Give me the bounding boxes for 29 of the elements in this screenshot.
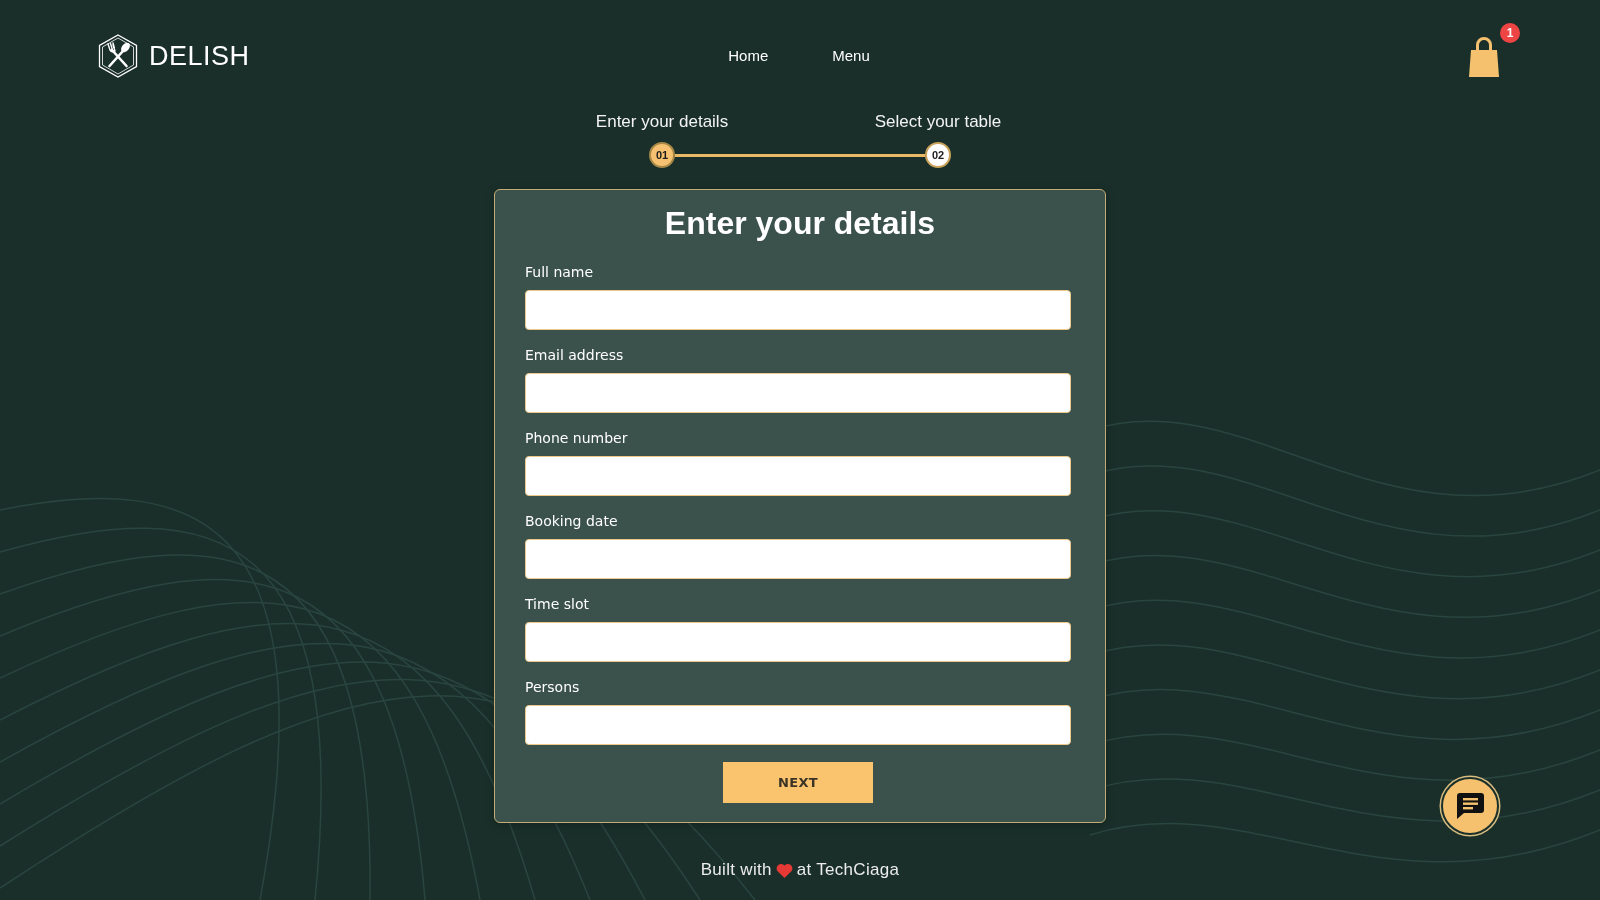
logo-text: DELISH [149, 40, 250, 72]
input-field[interactable] [525, 290, 1071, 330]
heart-icon [775, 862, 793, 878]
input-field[interactable] [525, 622, 1071, 662]
form-title: Enter your details [663, 204, 937, 243]
input-field[interactable] [525, 539, 1071, 579]
fork-spoon-logo-icon [98, 34, 138, 78]
field-label: Full name [525, 263, 594, 281]
input-field[interactable] [525, 373, 1071, 413]
footer-text: at TechCiaga [796, 860, 900, 880]
shopping-bag-icon[interactable] [1468, 35, 1500, 77]
field-label: Time slot [525, 595, 589, 613]
input-field[interactable] [525, 705, 1071, 745]
field-label: Phone number [525, 429, 628, 447]
field-label: Persons [525, 678, 580, 696]
step-label: Enter your details [595, 111, 729, 133]
nav-link[interactable]: Menu [832, 47, 870, 65]
step-indicator: 02 [925, 142, 951, 168]
input-field[interactable] [525, 456, 1071, 496]
field-label: Email address [525, 346, 624, 364]
nav-link[interactable]: Home [728, 47, 769, 65]
step-indicator: 01 [649, 142, 675, 168]
next-button[interactable]: NEXT [723, 762, 873, 803]
step-label: Select your table [874, 111, 1002, 133]
chat-button[interactable] [1441, 777, 1499, 835]
cart-count-badge: 1 [1500, 23, 1520, 43]
chat-icon [1455, 792, 1485, 820]
footer-text: Built with [700, 860, 772, 880]
field-label: Booking date [525, 512, 618, 530]
